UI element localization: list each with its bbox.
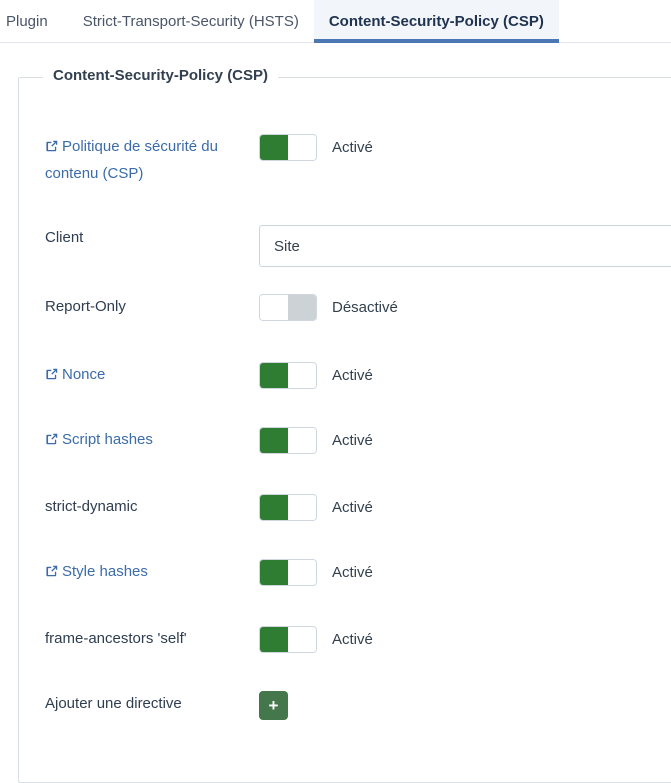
toggle-state-label: Activé xyxy=(332,564,373,581)
setting-label-add-directive: Ajouter une directive xyxy=(19,690,259,717)
toggle-report-only[interactable] xyxy=(259,294,317,321)
toggle-state-label: Activé xyxy=(332,367,373,384)
toggle-state-label: Activé xyxy=(332,499,373,516)
setting-label-text: strict-dynamic xyxy=(45,498,138,515)
setting-row-frame-ancestors-self: frame-ancestors 'self' Activé xyxy=(19,625,671,665)
toggle-style-hashes[interactable] xyxy=(259,559,317,586)
setting-label-text: Nonce xyxy=(62,366,106,383)
setting-label-text: Script hashes xyxy=(62,431,153,448)
setting-control-report-only: Désactivé xyxy=(259,293,671,321)
setting-label-text: Style hashes xyxy=(62,563,148,580)
setting-row-nonce: Nonce Activé xyxy=(19,361,671,401)
setting-row-strict-dynamic: strict-dynamic Activé xyxy=(19,493,671,533)
tab-label: Strict-Transport-Security (HSTS) xyxy=(82,13,299,30)
toggle-state-label: Désactivé xyxy=(332,299,398,316)
setting-row-add-directive: Ajouter une directive + xyxy=(19,690,671,730)
setting-row-content-security-policy: Politique de sécurité du contenu (CSP) Ac… xyxy=(19,133,671,182)
tab-label: Content-Security-Policy (CSP) xyxy=(328,13,544,30)
tab-content-security-policy-csp[interactable]: Content-Security-Policy (CSP) xyxy=(313,0,559,43)
setting-control-content-security-policy: Activé xyxy=(259,133,671,161)
setting-label-strict-dynamic: strict-dynamic xyxy=(19,493,259,520)
tab-plugin[interactable]: Plugin xyxy=(0,0,68,43)
panel-legend: Content-Security-Policy (CSP) xyxy=(43,67,279,84)
setting-label-nonce[interactable]: Nonce xyxy=(19,361,259,388)
setting-control-frame-ancestors-self: Activé xyxy=(259,625,671,653)
toggle-state-label: Activé xyxy=(332,631,373,648)
setting-row-report-only: Report-Only Désactivé xyxy=(19,293,671,333)
toggle-strict-dynamic[interactable] xyxy=(259,494,317,521)
external-link-icon xyxy=(45,367,59,381)
external-link-icon xyxy=(45,139,59,153)
csp-panel: Content-Security-Policy (CSP) Politique … xyxy=(18,67,671,783)
toggle-state-label: Activé xyxy=(332,139,373,156)
setting-control-client xyxy=(259,224,671,267)
setting-control-style-hashes: Activé xyxy=(259,558,671,586)
toggle-state-label: Activé xyxy=(332,432,373,449)
setting-label-report-only: Report-Only xyxy=(19,293,259,320)
tab-bar: Plugin Strict-Transport-Security (HSTS) Co… xyxy=(0,0,671,43)
setting-label-text: Politique de sécurité du contenu (CSP) xyxy=(45,138,218,182)
setting-control-script-hashes: Activé xyxy=(259,426,671,454)
setting-label-text: Ajouter une directive xyxy=(45,695,182,712)
external-link-icon xyxy=(45,432,59,446)
setting-row-script-hashes: Script hashes Activé xyxy=(19,426,671,466)
setting-control-nonce: Activé xyxy=(259,361,671,389)
setting-label-text: Report-Only xyxy=(45,298,126,315)
setting-row-style-hashes: Style hashes Activé xyxy=(19,558,671,598)
toggle-nonce[interactable] xyxy=(259,362,317,389)
toggle-script-hashes[interactable] xyxy=(259,427,317,454)
tab-label: Plugin xyxy=(6,13,48,30)
setting-row-client: Client xyxy=(19,224,671,267)
external-link-icon xyxy=(45,564,59,578)
setting-label-style-hashes[interactable]: Style hashes xyxy=(19,558,259,585)
input-client[interactable] xyxy=(259,225,671,267)
setting-control-strict-dynamic: Activé xyxy=(259,493,671,521)
add-directive-button[interactable]: + xyxy=(259,691,288,720)
setting-label-frame-ancestors-self: frame-ancestors 'self' xyxy=(19,625,259,652)
toggle-frame-ancestors-self[interactable] xyxy=(259,626,317,653)
setting-label-client: Client xyxy=(19,224,259,251)
setting-label-script-hashes[interactable]: Script hashes xyxy=(19,426,259,453)
setting-label-content-security-policy[interactable]: Politique de sécurité du contenu (CSP) xyxy=(19,133,259,187)
setting-control-add-directive: + xyxy=(259,690,671,720)
setting-label-text: Client xyxy=(45,229,84,246)
setting-label-text: frame-ancestors 'self' xyxy=(45,630,187,647)
tab-strict-transport-security-hsts[interactable]: Strict-Transport-Security (HSTS) xyxy=(68,0,314,43)
toggle-content-security-policy[interactable] xyxy=(259,134,317,161)
